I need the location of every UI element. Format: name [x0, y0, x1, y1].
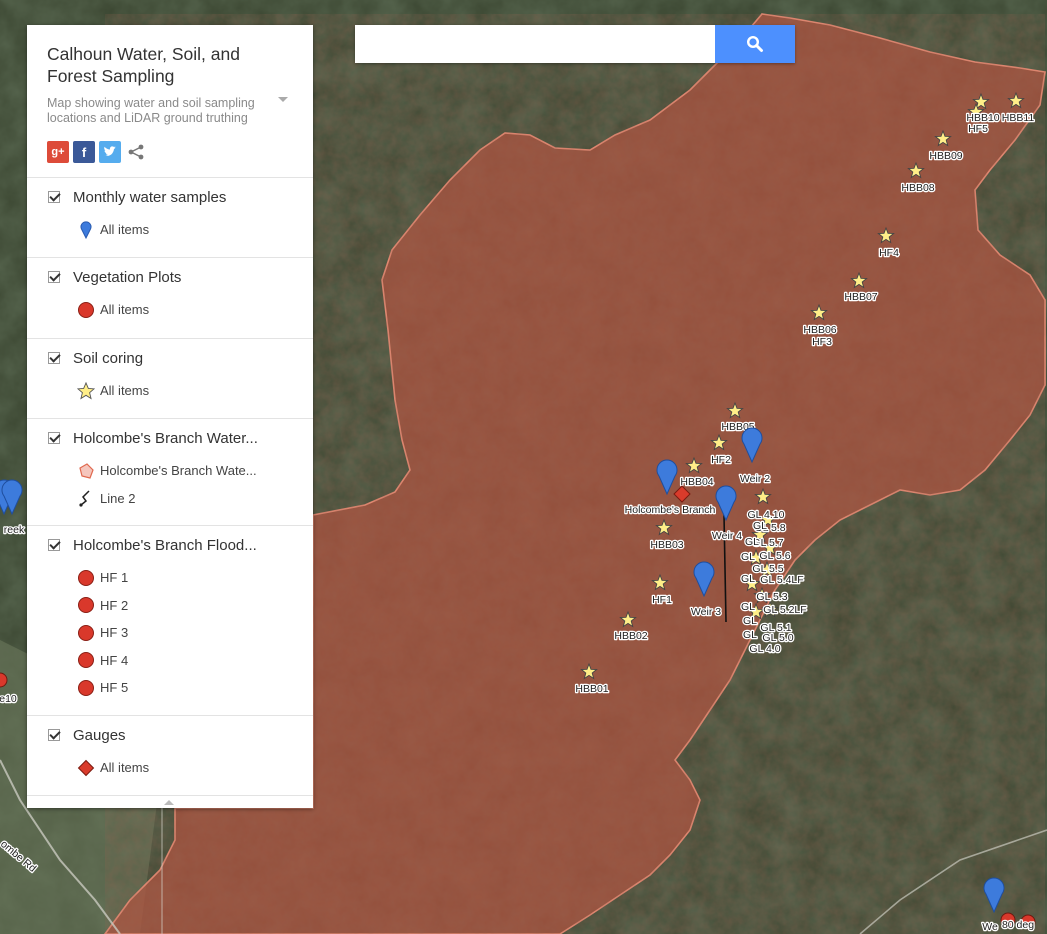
legend-item[interactable]: HF 3: [27, 619, 313, 647]
red-dot-icon: [77, 679, 95, 697]
layer-holcombes-branch-flood: Holcombe's Branch Flood... HF 1 HF 2 HF …: [27, 526, 313, 716]
layer-checkbox[interactable]: [48, 539, 60, 551]
twitter-icon[interactable]: [99, 141, 121, 163]
layer-holcombes-branch-water: Holcombe's Branch Water... Holcombe's Br…: [27, 419, 313, 526]
legend-item[interactable]: HF 2: [27, 592, 313, 620]
marker-label: GL 5.3: [756, 591, 787, 603]
search-box: [355, 25, 795, 63]
marker-label: HF5: [968, 123, 988, 135]
marker-label: HBB09: [929, 150, 962, 162]
layer-checkbox[interactable]: [48, 352, 60, 364]
cluster-label: GL: [741, 573, 755, 585]
share-icon[interactable]: [125, 141, 147, 163]
layer-name: Monthly water samples: [73, 188, 227, 206]
marker-label: HF2: [711, 454, 731, 466]
legend-item[interactable]: HF 4: [27, 647, 313, 675]
layer-name: Vegetation Plots: [73, 268, 182, 286]
search-input[interactable]: [355, 25, 715, 63]
edge-label: 80 deg: [1002, 919, 1034, 931]
marker-label: HBB06: [803, 324, 836, 336]
red-diamond-icon: [77, 759, 95, 777]
red-dot-icon: [77, 596, 95, 614]
legend-item[interactable]: Holcombe's Branch Wate...: [27, 457, 313, 485]
marker-label: GL 5.6: [759, 550, 790, 562]
map-title: Calhoun Water, Soil, and Forest Sampling: [47, 44, 240, 86]
marker-label: Holcombe's Branch: [625, 504, 716, 516]
layer-name: Gauges: [73, 726, 126, 744]
marker-label: We: [982, 921, 998, 933]
layer-vegetation-plots: Vegetation Plots All items: [27, 258, 313, 339]
panel-collapse-handle[interactable]: [164, 800, 174, 805]
chevron-down-icon[interactable]: [278, 97, 288, 102]
cluster-label: GL: [741, 551, 755, 563]
legend-item[interactable]: HF 5: [27, 674, 313, 702]
legend-panel: Calhoun Water, Soil, and Forest Sampling…: [27, 25, 313, 808]
red-dot-icon: [77, 569, 95, 587]
edge-label: e10: [0, 693, 17, 705]
layer-soil-coring: Soil coring All items: [27, 339, 313, 419]
cluster-label: GL: [741, 601, 755, 613]
legend-item[interactable]: Line 2: [27, 485, 313, 513]
red-dot-icon: [77, 651, 95, 669]
legend-item[interactable]: All items: [27, 754, 313, 782]
layer-name: Holcombe's Branch Water...: [73, 429, 258, 447]
search-button[interactable]: [715, 25, 795, 63]
yellow-star-icon: [77, 381, 95, 400]
legend-item[interactable]: All items: [27, 296, 313, 324]
marker-label: HBB04: [680, 476, 713, 488]
marker-label: HBB03: [650, 539, 683, 551]
marker-label: GL 5.2LF: [763, 604, 806, 616]
cluster-label: GL: [743, 629, 757, 641]
marker-label: HF3: [812, 336, 832, 348]
red-dot-icon: [77, 301, 95, 319]
facebook-icon[interactable]: f: [73, 141, 95, 163]
layer-name: Soil coring: [73, 349, 144, 367]
marker-label: GL 5.4LF: [760, 574, 803, 586]
legend-item[interactable]: All items: [27, 216, 313, 244]
marker-label: Weir 3: [691, 606, 721, 618]
marker-label: Weir 4: [712, 530, 742, 542]
marker-label: HBB11: [1002, 112, 1035, 124]
marker-label: Weir 2: [740, 473, 770, 485]
polygon-icon: [77, 462, 95, 480]
line-icon: [77, 489, 95, 507]
marker-label: HBB07: [844, 291, 877, 303]
panel-header: Calhoun Water, Soil, and Forest Sampling…: [27, 25, 313, 178]
layer-checkbox[interactable]: [48, 191, 60, 203]
marker-label: HF4: [879, 247, 899, 259]
layer-name: Holcombe's Branch Flood...: [73, 536, 257, 554]
layer-monthly-water-samples: Monthly water samples All items: [27, 178, 313, 258]
marker-label: HBB08: [901, 182, 934, 194]
layer-checkbox[interactable]: [48, 729, 60, 741]
cluster-label: GL: [753, 520, 767, 532]
share-buttons: g+ f: [47, 141, 147, 163]
layer-gauges: Gauges All items: [27, 716, 313, 796]
marker-label: HF1: [652, 594, 672, 606]
cluster-label: GL: [745, 536, 759, 548]
marker-label: GL 4.0: [749, 643, 780, 655]
search-icon: [746, 35, 763, 52]
google-plus-icon[interactable]: g+: [47, 141, 69, 163]
red-dot-icon: [77, 624, 95, 642]
cluster-label: GL: [743, 615, 757, 627]
marker-label: HBB02: [614, 630, 647, 642]
map-description: Map showing water and soil sampling loca…: [47, 96, 255, 125]
marker-label: HBB01: [575, 683, 608, 695]
layer-checkbox[interactable]: [48, 271, 60, 283]
edge-label: reek: [4, 524, 25, 536]
blue-pin-icon: [77, 221, 95, 239]
layer-checkbox[interactable]: [48, 432, 60, 444]
legend-item[interactable]: HF 1: [27, 564, 313, 592]
legend-item[interactable]: All items: [27, 377, 313, 405]
